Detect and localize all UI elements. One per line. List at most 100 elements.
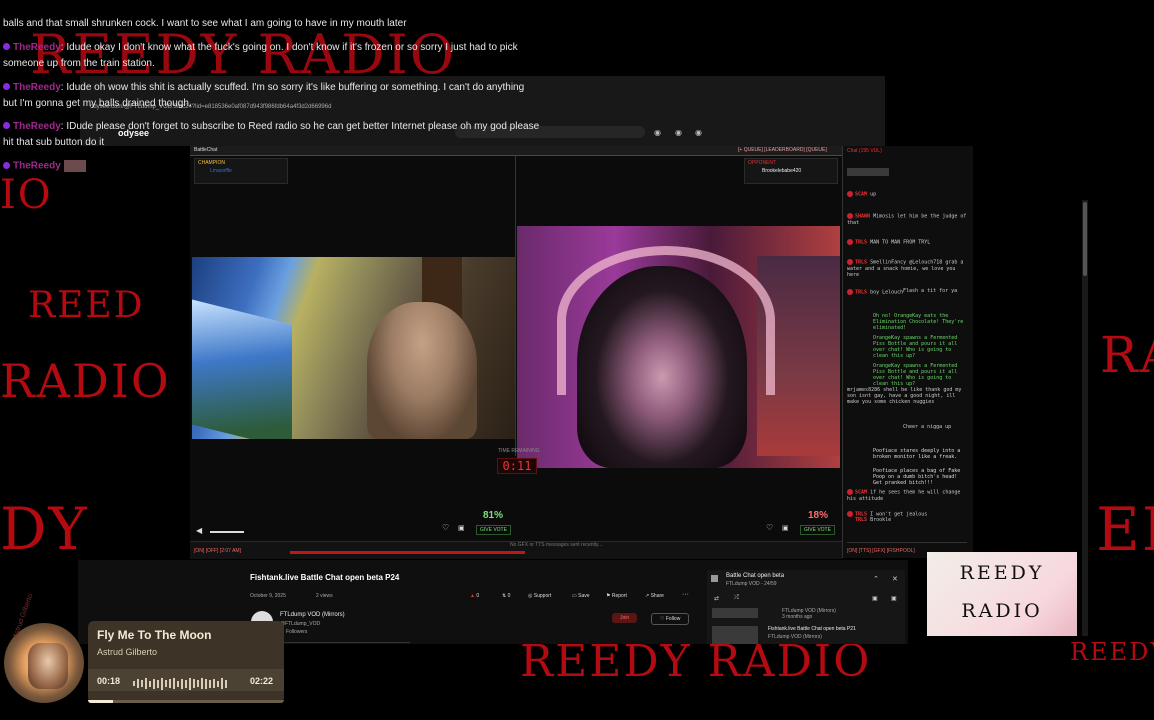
join-button[interactable]: Join xyxy=(612,613,638,623)
upload-icon[interactable]: ◉ xyxy=(654,128,661,137)
chat-system-message: Poofiace places a bag of Fake Poop on a … xyxy=(873,468,961,486)
more-button[interactable]: ··· xyxy=(682,591,689,598)
left-lock-icon[interactable]: ▣ xyxy=(458,524,465,532)
overlay-chat-line: TheReedy xyxy=(3,160,86,172)
playlist-title: Battle Chat open beta xyxy=(726,573,785,579)
report-icon: ⚑ xyxy=(606,593,611,599)
background-reedy-radio-bottom: REEDY RADIO xyxy=(520,636,872,687)
overlay-chat-line: someone up from the train station. xyxy=(3,58,155,69)
playlist-item-title[interactable]: Fishtank.live Battle Chat open beta P21 xyxy=(768,626,856,632)
battlechat-top-links[interactable]: [+ QUEUE] [LEADERBOARD] [QUEUE] xyxy=(738,147,827,153)
channel-followers: Followers xyxy=(286,629,308,635)
volume-icon[interactable]: ◀ xyxy=(196,526,202,535)
waveform-bar xyxy=(185,679,187,688)
cat-ear-headphones xyxy=(557,246,775,395)
share-button[interactable]: ↗ Share xyxy=(645,593,664,599)
like-button[interactable]: ▲ 0 xyxy=(470,593,479,599)
background-reedy-radio-top: REEDY RADIO xyxy=(30,23,457,86)
follow-button[interactable]: ♡ Follow xyxy=(651,613,690,625)
playlist-collapse-icon[interactable]: ⌃ xyxy=(873,575,879,583)
waveform-bar xyxy=(193,679,195,689)
elapsed-time: 00:18 xyxy=(97,676,121,686)
waveform-bar xyxy=(217,680,219,687)
now-playing-widget: Fly Me To The Moon Astrud Gilberto 00:18… xyxy=(88,621,284,703)
account-icon[interactable]: ◉ xyxy=(695,128,702,137)
save-icon: ▭ xyxy=(572,593,577,599)
support-button[interactable]: ◎ Support xyxy=(528,593,551,599)
chat-message: Flash a tit for ya xyxy=(903,288,958,294)
track-progress-fill xyxy=(88,700,114,703)
right-lock-icon[interactable]: ▣ xyxy=(782,524,789,532)
right-heart-icon[interactable]: ♡ xyxy=(766,523,773,532)
loop-icon[interactable]: ⇄ xyxy=(714,595,719,602)
video-views: 2 views xyxy=(316,593,333,599)
chat-footer[interactable]: [ON] [TTS] [GFX] [FISHPOOL] xyxy=(847,548,915,554)
playback-bar[interactable]: 00:18 02:22 xyxy=(88,669,284,691)
chat-message: TRLS MAN TO MAN FROM TRYL xyxy=(847,239,969,246)
waveform-bar xyxy=(213,679,215,689)
video-date: October 9, 2025 xyxy=(250,593,286,599)
background-io-left: IO xyxy=(0,172,53,218)
battlechat-app-name: BattleChat xyxy=(194,147,218,153)
track-artist: Astrud Gilberto xyxy=(97,647,158,657)
page-scrollbar-thumb[interactable] xyxy=(1083,202,1087,276)
shuffle-icon[interactable]: ⤮ xyxy=(734,595,739,602)
chat-panel: Chat (195 VUL) SCAM up SHAWN Mimosis let… xyxy=(842,146,973,558)
left-vote-button[interactable]: GIVE VOTE xyxy=(476,525,511,535)
logo-line-1: REEDY xyxy=(959,562,1045,584)
right-vote-button[interactable]: GIVE VOTE xyxy=(800,525,835,535)
chat-tab[interactable]: Chat (195 VUL) xyxy=(847,148,882,154)
playlist-close-icon[interactable]: ✕ xyxy=(892,575,898,583)
overlay-chat-line: TheReedy: Idude oh wow this shit is actu… xyxy=(3,82,524,93)
overlay-chat-line: balls and that small shrunken cock. I wa… xyxy=(3,18,407,29)
playlist-item-channel[interactable]: FTLdump VOD (Mirrors) xyxy=(768,634,822,640)
bottom-progress xyxy=(290,551,525,554)
report-button[interactable]: ⚑ Report xyxy=(606,593,627,599)
save-button[interactable]: ▭ Save xyxy=(572,593,590,599)
album-portrait xyxy=(28,643,68,689)
video-title: Fishtank.live Battle Chat open beta P24 xyxy=(250,573,400,582)
chat-input[interactable] xyxy=(847,534,967,543)
playlist-item-thumb[interactable] xyxy=(712,608,758,618)
playlist-save-icon[interactable]: ▣ xyxy=(872,595,878,602)
waveform-bar xyxy=(225,679,227,688)
overlay-chat-line: hit that sub button do it xyxy=(3,137,105,148)
chat-system-message: OrangeKay spawns a Fermented Piss Bottle… xyxy=(873,363,958,387)
chat-system-message: Poofiace stares deeply into a broken mon… xyxy=(873,448,961,460)
waveform-bar xyxy=(165,680,167,688)
channel-name[interactable]: FTLdump VOD (Mirrors) xyxy=(280,612,345,618)
background-ed-right: ED xyxy=(1096,495,1154,565)
person-silhouette xyxy=(367,302,477,439)
waveform-bar xyxy=(149,680,151,687)
playlist-item-thumb[interactable] xyxy=(712,626,758,644)
waveform-bar xyxy=(181,678,183,689)
battle-timer: 0:11 xyxy=(497,458,537,474)
background-reedy-bottom-right: REEDY xyxy=(1070,638,1154,666)
album-art: Astrud Gilberto xyxy=(4,593,84,703)
bottom-note: No GFX or TTS messages sent recently... xyxy=(510,542,603,548)
right-player-video[interactable] xyxy=(517,226,840,468)
track-progress[interactable] xyxy=(88,700,284,703)
background-reed-left: REED xyxy=(28,285,145,326)
left-player-rank: CHAMPION xyxy=(198,160,225,166)
chat-message: SCAM up xyxy=(847,191,969,198)
overlay-chat-line: TheReedy: Idude okay I don't know what t… xyxy=(3,42,518,53)
left-player-video[interactable] xyxy=(192,257,515,439)
emote-icon xyxy=(63,160,86,172)
tv-screen xyxy=(192,299,292,439)
bottom-stats[interactable]: [ON] [OFF] [2:07 AM] xyxy=(194,548,241,554)
playlist-menu-icon[interactable]: ▣ xyxy=(891,595,897,602)
waveform-bar xyxy=(161,677,163,690)
waveform-bar xyxy=(169,679,171,689)
notification-icon[interactable]: ◉ xyxy=(675,128,682,137)
support-icon: ◎ xyxy=(528,593,533,599)
share-icon: ↗ xyxy=(645,593,650,599)
repost-button[interactable]: ⇅ 0 xyxy=(502,593,510,599)
left-heart-icon[interactable]: ♡ xyxy=(442,523,449,532)
playlist-subtitle: FTLdump VOD - 24/59 xyxy=(726,581,777,587)
volume-slider[interactable] xyxy=(210,531,244,533)
channel-handle[interactable]: @FTLdump_VOD xyxy=(280,621,320,627)
audio-waveform xyxy=(133,675,229,693)
album-caption: Astrud Gilberto xyxy=(12,593,35,640)
timer-label: TIME REMAINING xyxy=(498,448,540,454)
